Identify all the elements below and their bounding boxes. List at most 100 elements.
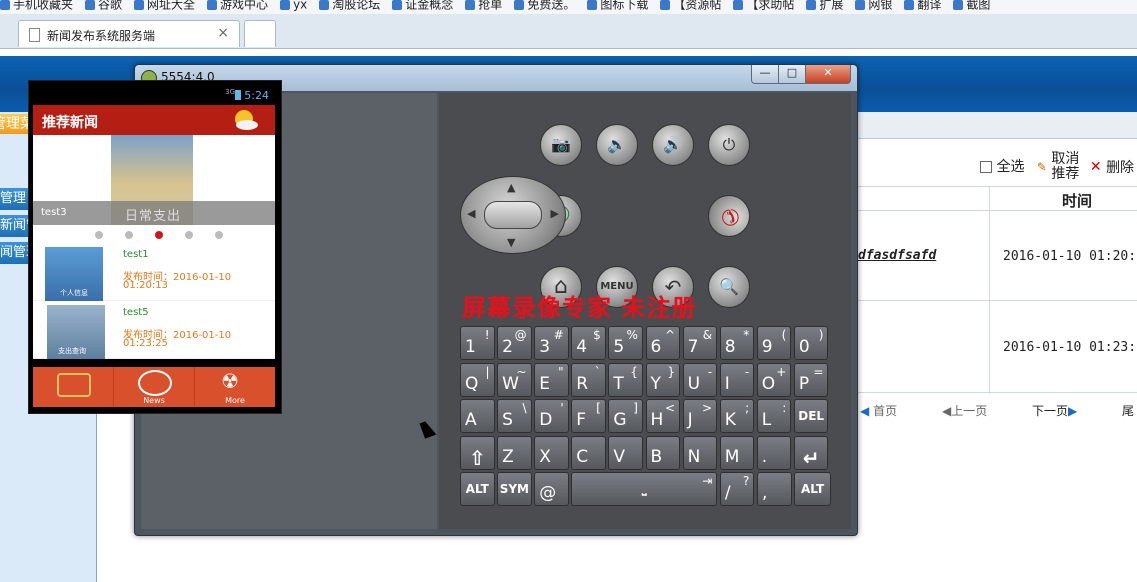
dpad-center-button[interactable] <box>484 201 542 229</box>
tab-home[interactable] <box>33 367 114 407</box>
key-row1-1[interactable]: 2 @ <box>497 326 532 360</box>
key-row3-8[interactable]: L: <box>756 399 792 434</box>
bookmark-item[interactable]: 【求助帖 <box>733 0 794 11</box>
key-alt-left[interactable]: ALT <box>460 472 495 507</box>
key-comma[interactable]: , <box>757 472 792 507</box>
key-row1-8[interactable]: 9( <box>756 326 792 360</box>
key-row3-3[interactable]: F[ <box>571 399 606 434</box>
key-row4-9[interactable]: ↵ <box>793 435 829 470</box>
list-item[interactable]: 支出查询 test5 发布时间：2016-01-10 01:23:25 <box>33 301 275 359</box>
carousel-dot[interactable] <box>95 231 103 239</box>
key-row1-9[interactable]: 0) <box>793 326 829 360</box>
pager-first[interactable]: ◀ 首页 <box>860 402 897 419</box>
bookmark-item[interactable]: 游戏中心 <box>207 0 268 11</box>
key-row2-0[interactable]: Q | <box>460 362 495 397</box>
tab-news[interactable]: News <box>114 367 195 407</box>
bookmark-item[interactable]: 截图 <box>953 0 990 11</box>
tab-more[interactable]: ☢ More <box>195 367 275 407</box>
bookmark-item[interactable]: yx <box>280 0 307 11</box>
bookmark-item[interactable]: 免费送。 <box>514 0 575 11</box>
pager-prev[interactable]: ◀上一页 <box>942 402 987 419</box>
close-button[interactable]: ✕ <box>805 65 851 84</box>
key-row4-3[interactable]: C <box>571 435 606 470</box>
select-all-checkbox[interactable] <box>980 161 992 173</box>
camera-button[interactable]: 📷 <box>540 124 582 166</box>
bookmark-item[interactable]: 手机收藏夹 <box>0 0 73 11</box>
tab-close-icon[interactable]: × <box>217 25 229 41</box>
pager-next[interactable]: 下一页▶ <box>1032 402 1077 419</box>
key-row2-2[interactable]: E " <box>534 362 569 397</box>
key-row2-7[interactable]: I- <box>719 362 755 397</box>
key-space[interactable]: ⎵ ⇥ <box>571 472 718 507</box>
key-row1-6[interactable]: 7 & <box>682 326 718 360</box>
key-row2-4[interactable]: T{ <box>608 362 643 397</box>
key-row1-2[interactable]: 3 # <box>534 326 569 360</box>
bookmark-item[interactable]: 证金概念 <box>392 0 453 11</box>
key-row4-6[interactable]: N <box>682 435 718 470</box>
key-row3-0[interactable]: A <box>460 399 495 434</box>
bookmark-item[interactable]: 淘股论坛 <box>319 0 380 11</box>
key-row2-9[interactable]: P = <box>793 362 829 397</box>
volume-up-button[interactable]: 🔊 <box>652 124 694 166</box>
cancel-recommend-button[interactable]: 取消 推荐 <box>1051 152 1079 182</box>
key-row2-3[interactable]: R ` <box>571 362 606 397</box>
key-row4-0[interactable]: ⇧ <box>460 435 495 470</box>
bookmark-item[interactable]: 扩展 <box>806 0 843 11</box>
key-row2-1[interactable]: W ~ <box>497 362 532 397</box>
delete-button[interactable]: 删除 <box>1106 160 1134 176</box>
key-row2-5[interactable]: Y} <box>645 362 680 397</box>
key-row3-1[interactable]: S \ <box>497 399 532 434</box>
key-row1-3[interactable]: 4 $ <box>571 326 606 360</box>
news-title-link[interactable]: dfasdfsafd <box>858 248 936 263</box>
list-item[interactable]: 个人信息 test1 发布时间：2016-01-10 01:20:13 <box>33 243 275 301</box>
key-row1-7[interactable]: 8 * <box>719 326 755 360</box>
phone-screen[interactable]: 3G 5:24 推荐新闻 test3 日常支出 个人信息 test1 发布时间：… <box>28 80 282 414</box>
pager-last[interactable]: 尾 <box>1122 402 1134 419</box>
key-row4-8[interactable]: . <box>756 435 792 470</box>
dpad-up-icon[interactable]: ▲ <box>507 181 515 194</box>
carousel-dot[interactable] <box>185 231 193 239</box>
key-row1-5[interactable]: 6 ^ <box>645 326 680 360</box>
bookmark-item[interactable]: 【资源帖 <box>660 0 721 11</box>
dpad-down-icon[interactable]: ▼ <box>507 236 515 249</box>
dpad-left-icon[interactable]: ◀ <box>467 207 475 220</box>
key-row3-7[interactable]: K; <box>719 399 755 434</box>
power-button[interactable]: ⏻ <box>708 124 750 166</box>
bookmark-item[interactable]: 抢单 <box>465 0 502 11</box>
carousel-dot[interactable] <box>125 231 133 239</box>
key-slash[interactable]: /? <box>719 472 755 507</box>
key-at[interactable]: @ <box>534 472 569 507</box>
key-row3-9[interactable]: DEL <box>793 399 829 434</box>
bookmark-item[interactable]: 翻译 <box>904 0 941 11</box>
bookmark-item[interactable]: 谷歌 <box>85 0 122 11</box>
key-sym[interactable]: SYM <box>497 472 532 507</box>
key-row3-5[interactable]: H < <box>645 399 680 434</box>
minimize-button[interactable]: — <box>751 65 779 84</box>
new-tab-button[interactable] <box>244 20 276 47</box>
carousel-dot[interactable] <box>215 231 223 239</box>
key-alt-right[interactable]: ALT <box>794 472 832 507</box>
key-row3-4[interactable]: G] <box>608 399 643 434</box>
select-all-label[interactable]: 全选 <box>996 159 1024 175</box>
key-row4-7[interactable]: M <box>719 435 755 470</box>
key-row4-1[interactable]: Z <box>497 435 532 470</box>
key-row2-8[interactable]: O + <box>756 362 792 397</box>
key-row1-4[interactable]: 5% <box>608 326 643 360</box>
key-row3-2[interactable]: D ' <box>534 399 569 434</box>
bookmark-item[interactable]: 图标下载 <box>587 0 648 11</box>
key-row4-4[interactable]: V <box>608 435 643 470</box>
dpad-right-icon[interactable]: ▶ <box>551 207 559 220</box>
maximize-button[interactable]: □ <box>778 65 806 84</box>
key-row1-0[interactable]: 1! <box>460 326 495 360</box>
browser-tab-active[interactable]: 新闻发布系统服务端 × <box>18 20 240 47</box>
bookmark-item[interactable]: 网银 <box>855 0 892 11</box>
search-button[interactable]: 🔍 <box>708 266 750 308</box>
key-row4-5[interactable]: B <box>645 435 680 470</box>
key-row4-2[interactable]: X <box>534 435 569 470</box>
key-row2-6[interactable]: U- <box>682 362 718 397</box>
news-carousel[interactable]: test3 日常支出 <box>33 135 275 225</box>
volume-down-button[interactable]: 🔉 <box>596 124 638 166</box>
carousel-dot-active[interactable] <box>155 231 163 239</box>
bookmark-item[interactable]: 网址大全 <box>134 0 195 11</box>
key-row3-6[interactable]: J > <box>682 399 718 434</box>
